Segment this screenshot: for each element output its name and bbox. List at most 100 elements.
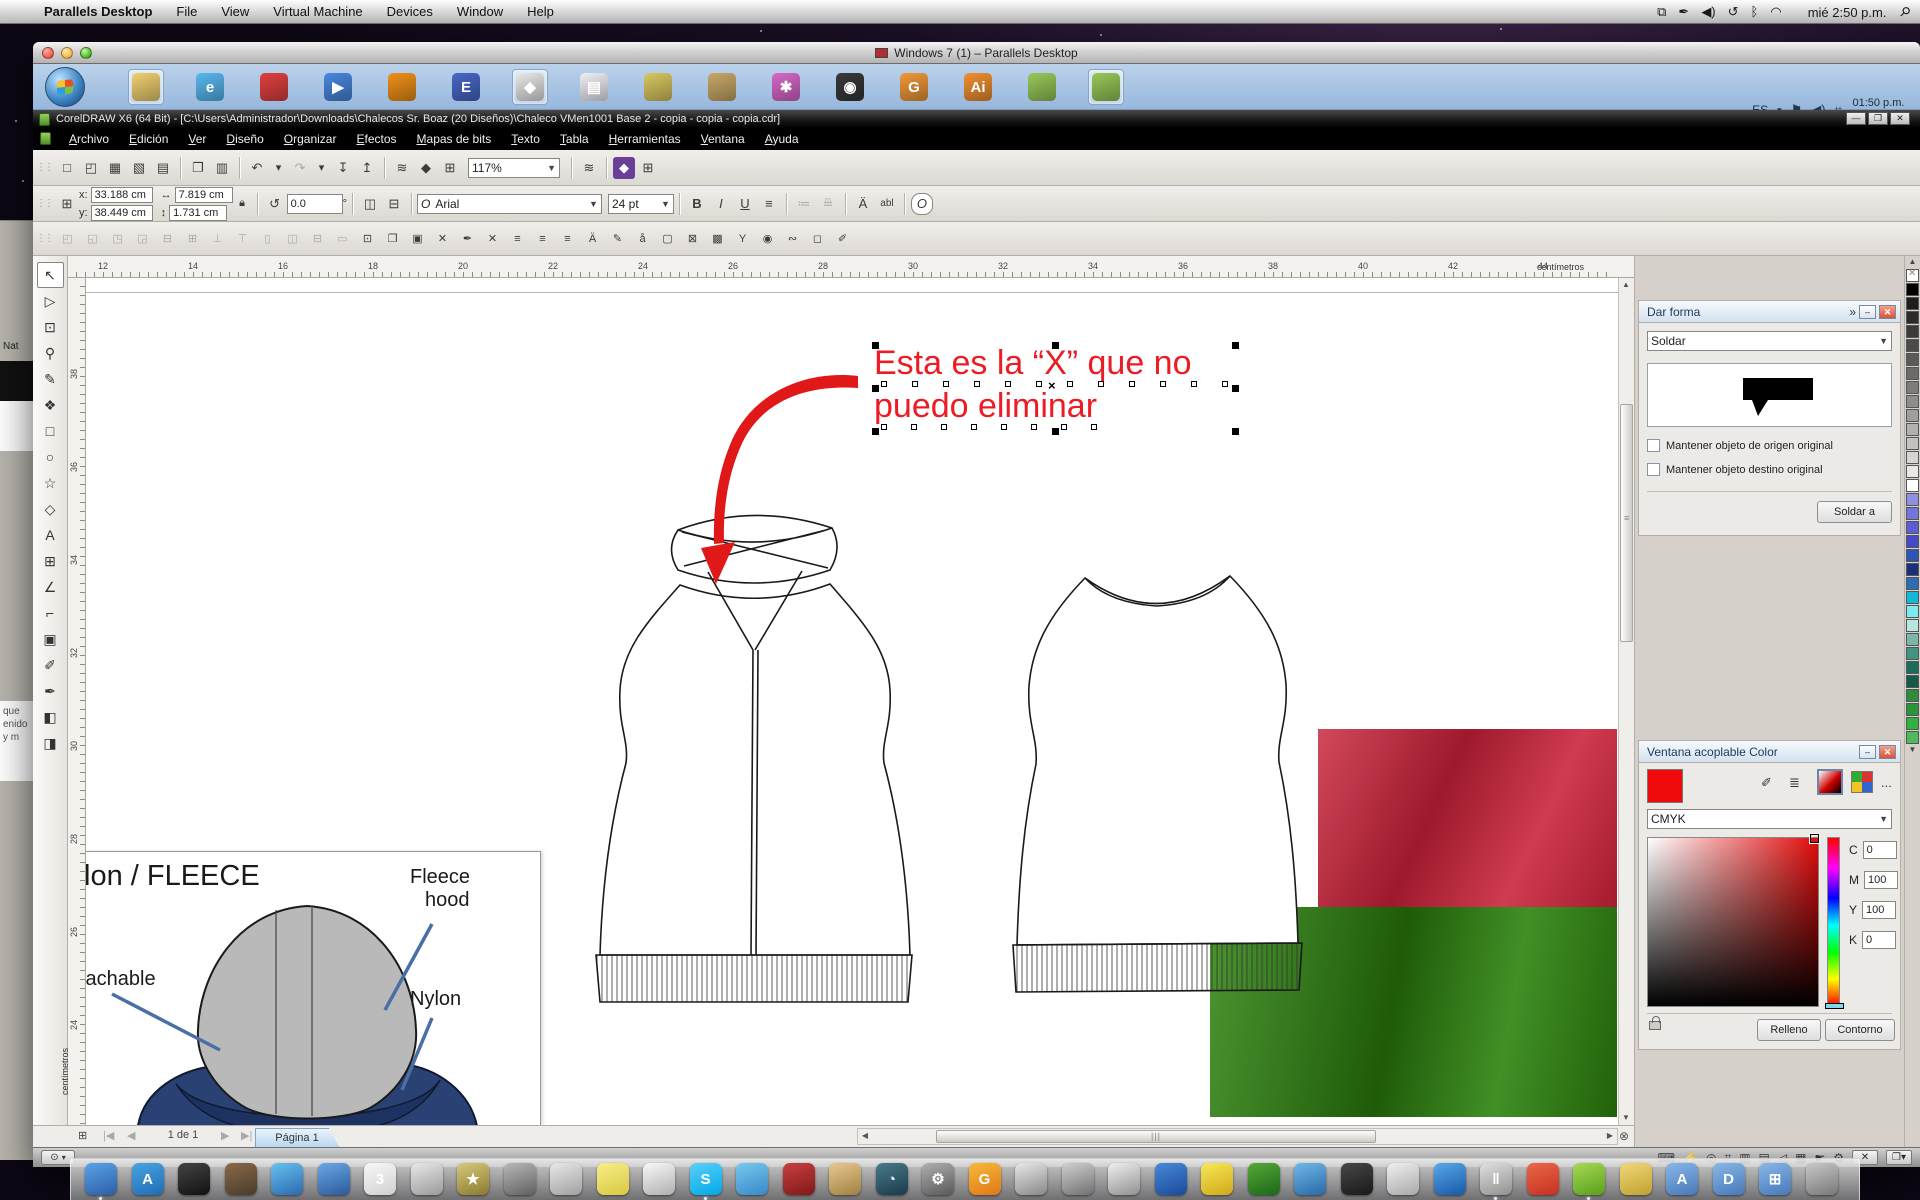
palette-swatch[interactable]	[1906, 465, 1919, 478]
text-alignment-button[interactable]: ≡	[758, 193, 780, 215]
toolbar3-icon-11[interactable]: ▭	[334, 230, 351, 247]
vm-view-mode-button[interactable]: ❐▾	[1886, 1150, 1912, 1165]
palette-swatch[interactable]	[1906, 493, 1919, 506]
facetime[interactable]	[318, 1163, 350, 1195]
blocks-app[interactable]	[1527, 1163, 1559, 1195]
scroll-left-arrow[interactable]: ◀	[858, 1129, 872, 1143]
textedit[interactable]	[643, 1163, 675, 1195]
menu-edición[interactable]: Edición	[119, 130, 178, 148]
toolbar3-icon-28[interactable]: ◉	[759, 230, 776, 247]
color-viewers-icon[interactable]	[1817, 769, 1843, 795]
freehand-tool[interactable]: ✎	[37, 366, 64, 392]
calculator[interactable]	[504, 1163, 536, 1195]
restore-button[interactable]: ❐	[1868, 112, 1888, 125]
pen-tablet-icon[interactable]: ✒	[1678, 4, 1689, 19]
last-page-icon[interactable]: ▶|	[241, 1129, 252, 1142]
macmenu-item-file[interactable]: File	[164, 4, 209, 19]
character-formatting-button[interactable]: Ä	[852, 193, 874, 215]
macmenu-item-devices[interactable]: Devices	[375, 4, 445, 19]
color-field-marker[interactable]	[1810, 834, 1819, 843]
fill-button[interactable]: Relleno	[1757, 1019, 1821, 1041]
annotation-text[interactable]: Esta es la “X” que no puedo eliminar	[874, 342, 1239, 428]
palette-swatch[interactable]	[1906, 731, 1919, 744]
macos-clock[interactable]: mié 2:50 p.m.	[1808, 5, 1887, 20]
copy-icon[interactable]: ❐	[187, 157, 209, 179]
undo-icon-dropdown[interactable]: ▾	[270, 159, 287, 176]
coreldraw[interactable]	[1024, 69, 1060, 105]
calendar[interactable]: 3	[364, 1163, 396, 1195]
wifi-icon[interactable]: ◠	[1770, 4, 1781, 19]
menu-herramientas[interactable]: Herramientas	[599, 130, 691, 148]
palette-swatch-none[interactable]	[1906, 269, 1919, 282]
toolbar3-icon-23[interactable]: å	[634, 230, 651, 247]
keep-target-checkbox[interactable]: Mantener objeto destino original	[1647, 463, 1823, 476]
horizontal-scroll-thumb[interactable]: |||	[936, 1130, 1376, 1143]
text-tool[interactable]: A	[37, 522, 64, 548]
palette-swatch[interactable]	[1906, 647, 1919, 660]
toolbar3-icon-8[interactable]: ▯	[259, 230, 276, 247]
molecule-app[interactable]: ✱	[768, 69, 804, 105]
color-eyedropper-icon[interactable]: ✐	[1761, 775, 1772, 791]
blend-tool[interactable]: ▣	[37, 626, 64, 652]
menu-ventana[interactable]: Ventana	[691, 130, 755, 148]
red-swirl-app[interactable]	[256, 69, 292, 105]
hue-marker[interactable]	[1825, 1003, 1844, 1009]
minimize-button[interactable]: —	[1846, 112, 1866, 125]
toolbar3-icon-4[interactable]: ⊟	[159, 230, 176, 247]
page-tab[interactable]: Página 1	[255, 1128, 339, 1147]
rotation-angle-field[interactable]: 0.0	[287, 194, 343, 214]
dimension-tool[interactable]: ∠	[37, 574, 64, 600]
shape-tool[interactable]: ▷	[37, 288, 64, 314]
hp-utility[interactable]	[1155, 1163, 1187, 1195]
macmenu-item-parallels-desktop[interactable]: Parallels Desktop	[32, 4, 164, 19]
zoom-tool[interactable]: ⚲	[37, 340, 64, 366]
magenta-field[interactable]: 100	[1864, 871, 1898, 889]
scroll-up-arrow[interactable]: ▲	[1619, 278, 1633, 292]
media-player[interactable]: ▶	[320, 69, 356, 105]
selection-handle[interactable]	[1232, 385, 1239, 392]
palette-swatch[interactable]	[1906, 521, 1919, 534]
notepad-app[interactable]: ▤	[576, 69, 612, 105]
welcome-screen-icon[interactable]: ⊞	[439, 157, 461, 179]
prev-page-icon[interactable]: ◀	[127, 1129, 135, 1142]
hood-reference-image[interactable]: lon / FLEECE Fleece hood tachable Nylon	[86, 851, 541, 1125]
safari[interactable]	[271, 1163, 303, 1195]
toolbar-grip[interactable]: ⋮⋮	[36, 162, 52, 173]
toolbar3-icon-24[interactable]: ▢	[659, 230, 676, 247]
vertical-ruler[interactable]: centímetros 3836343230282624	[68, 278, 86, 1125]
printer-app[interactable]	[640, 69, 676, 105]
toolbar3-icon-12[interactable]: ⊡	[359, 230, 376, 247]
palette-swatch[interactable]	[1906, 311, 1919, 324]
toolbar3-icon-19[interactable]: ≡	[534, 230, 551, 247]
toolbar3-icon-10[interactable]: ⊟	[309, 230, 326, 247]
windows-start-orb[interactable]	[45, 67, 85, 107]
preview[interactable]	[225, 1163, 257, 1195]
applications-folder[interactable]: A	[1666, 1163, 1698, 1195]
toolbar3-icon-20[interactable]: ≡	[559, 230, 576, 247]
skype[interactable]: S	[690, 1163, 722, 1195]
palette-swatch[interactable]	[1906, 367, 1919, 380]
parallels-vm[interactable]: ‖	[1480, 1163, 1512, 1195]
gauge-app[interactable]	[1108, 1163, 1140, 1195]
menu-organizar[interactable]: Organizar	[274, 130, 347, 148]
toolbar3-icon-27[interactable]: Y	[734, 230, 751, 247]
close-button[interactable]: ✕	[1890, 112, 1910, 125]
menu-ayuda[interactable]: Ayuda	[755, 130, 809, 148]
toolbar3-icon-6[interactable]: ⊥	[209, 230, 226, 247]
zoom-traffic-light[interactable]	[80, 47, 92, 59]
time-machine[interactable]: ◔	[876, 1163, 908, 1195]
menu-ver[interactable]: Ver	[178, 130, 216, 148]
fill-tool[interactable]: ◧	[37, 704, 64, 730]
color-model-combo[interactable]: CMYK▼	[1647, 809, 1892, 829]
palette-swatch[interactable]	[1906, 437, 1919, 450]
crop-tool[interactable]: ⊡	[37, 314, 64, 340]
snap-options-button[interactable]: ≋	[578, 157, 600, 179]
stickies[interactable]	[597, 1163, 629, 1195]
palette-scroll-down-icon[interactable]: ▼	[1905, 744, 1920, 756]
photo-booth[interactable]	[411, 1163, 443, 1195]
minimize-traffic-light[interactable]	[61, 47, 73, 59]
yellow-field[interactable]: 100	[1862, 901, 1896, 919]
color-field[interactable]	[1647, 837, 1819, 1007]
palette-swatch[interactable]	[1906, 339, 1919, 352]
toolbar3-icon-14[interactable]: ▣	[409, 230, 426, 247]
